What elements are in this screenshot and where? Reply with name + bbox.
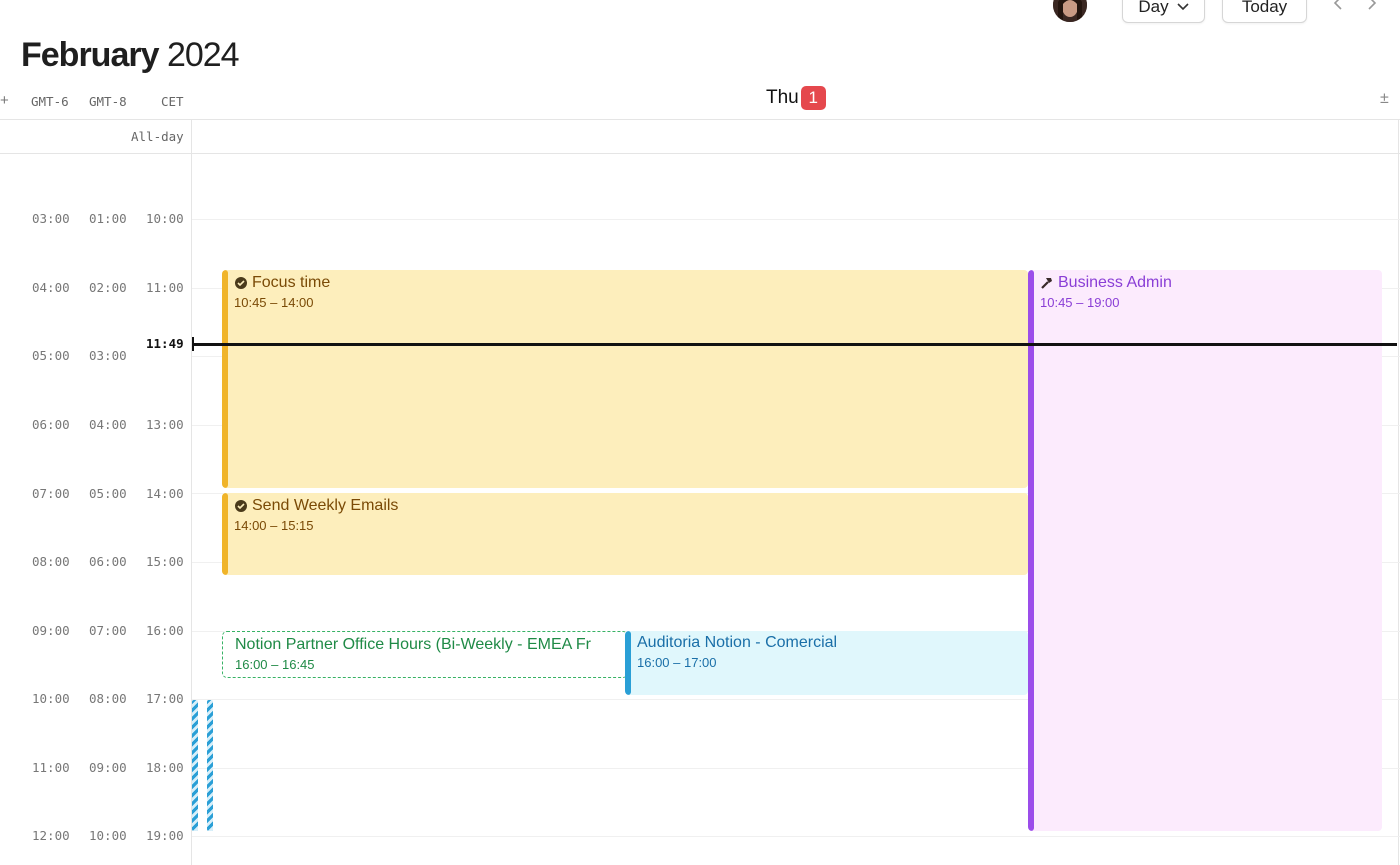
check-circle-icon — [235, 500, 247, 512]
timezone-label: GMT-6 — [31, 94, 69, 109]
expand-timezones-icon[interactable]: ± — [1380, 90, 1389, 108]
time-label: 04:00 — [89, 417, 127, 432]
month-label: February — [21, 36, 159, 74]
event-title: Business Admin — [1058, 274, 1172, 291]
time-label: 16:00 — [146, 623, 184, 638]
time-label: 19:00 — [146, 828, 184, 843]
event-time: 14:00 – 15:15 — [234, 518, 314, 533]
day-name: Thu — [766, 87, 799, 108]
hammer-icon — [1041, 278, 1052, 289]
event-focus-time[interactable]: Focus time 10:45 – 14:00 — [222, 270, 1028, 488]
event-time: 16:00 – 16:45 — [235, 657, 315, 672]
time-label: 08:00 — [89, 691, 127, 706]
today-button[interactable]: Today — [1222, 0, 1307, 23]
time-label: 09:00 — [32, 623, 70, 638]
header-divider — [0, 119, 1400, 120]
hour-gridline — [192, 219, 1400, 220]
time-label: 15:00 — [146, 554, 184, 569]
today-badge: 1 — [800, 86, 826, 110]
time-label: 10:00 — [89, 828, 127, 843]
event-color-bar — [1028, 270, 1034, 831]
time-label: 11:00 — [32, 760, 70, 775]
event-title: Focus time — [252, 274, 331, 291]
event-color-bar — [625, 631, 631, 695]
time-label: 06:00 — [32, 417, 70, 432]
current-time-line — [192, 343, 1397, 346]
time-label: 03:00 — [89, 348, 127, 363]
time-label: 04:00 — [32, 280, 70, 295]
allday-label: All-day — [131, 129, 184, 144]
event-auditoria-notion[interactable]: Auditoria Notion - Comercial 16:00 – 17:… — [625, 631, 1028, 695]
user-avatar[interactable] — [1053, 0, 1087, 22]
time-label: 05:00 — [32, 348, 70, 363]
time-label: 02:00 — [89, 280, 127, 295]
timezone-label: GMT-8 — [89, 94, 127, 109]
time-label: 03:00 — [32, 211, 70, 226]
event-time: 16:00 – 17:00 — [637, 655, 717, 670]
today-label: Today — [1241, 0, 1288, 16]
striped-event-marker[interactable] — [192, 700, 198, 831]
event-title: Auditoria Notion - Comercial — [637, 634, 838, 651]
event-partner-office-hours[interactable]: Notion Partner Office Hours (Bi-Weekly -… — [222, 631, 628, 678]
event-send-weekly-emails[interactable]: Send Weekly Emails 14:00 – 15:15 — [222, 493, 1028, 575]
timezone-label: CET — [161, 94, 184, 109]
time-label: 11:00 — [146, 280, 184, 295]
time-label: 07:00 — [32, 486, 70, 501]
event-title: Notion Partner Office Hours (Bi-Weekly -… — [235, 636, 591, 653]
current-time-label: 11:49 — [146, 336, 184, 351]
time-label: 07:00 — [89, 623, 127, 638]
event-title: Send Weekly Emails — [252, 497, 399, 514]
time-label: 09:00 — [89, 760, 127, 775]
add-timezone-button[interactable]: + — [0, 92, 9, 109]
event-time: 10:45 – 19:00 — [1040, 295, 1120, 310]
striped-event-marker[interactable] — [207, 700, 213, 831]
time-label: 06:00 — [89, 554, 127, 569]
allday-divider — [0, 153, 1400, 154]
view-select-button[interactable]: Day — [1122, 0, 1205, 23]
time-label: 10:00 — [146, 211, 184, 226]
day-header: Thu 1 — [766, 86, 826, 110]
event-color-bar — [222, 493, 228, 575]
time-label: 05:00 — [89, 486, 127, 501]
check-circle-icon — [235, 277, 247, 289]
time-label: 10:00 — [32, 691, 70, 706]
chevron-down-icon — [1177, 2, 1189, 10]
year-label: 2024 — [166, 36, 240, 74]
time-label: 12:00 — [32, 828, 70, 843]
hour-gridline — [192, 836, 1400, 837]
view-select-label: Day — [1138, 0, 1169, 16]
previous-day-icon[interactable] — [1328, 0, 1348, 14]
time-label: 17:00 — [146, 691, 184, 706]
event-time: 10:45 – 14:00 — [234, 295, 314, 310]
event-color-bar — [222, 270, 228, 488]
page-title: February 2024 — [21, 36, 240, 75]
time-label: 13:00 — [146, 417, 184, 432]
time-label: 08:00 — [32, 554, 70, 569]
event-business-admin[interactable]: Business Admin 10:45 – 19:00 — [1028, 270, 1382, 831]
next-day-icon[interactable] — [1362, 0, 1382, 14]
time-label: 18:00 — [146, 760, 184, 775]
time-label: 14:00 — [146, 486, 184, 501]
time-label: 01:00 — [89, 211, 127, 226]
